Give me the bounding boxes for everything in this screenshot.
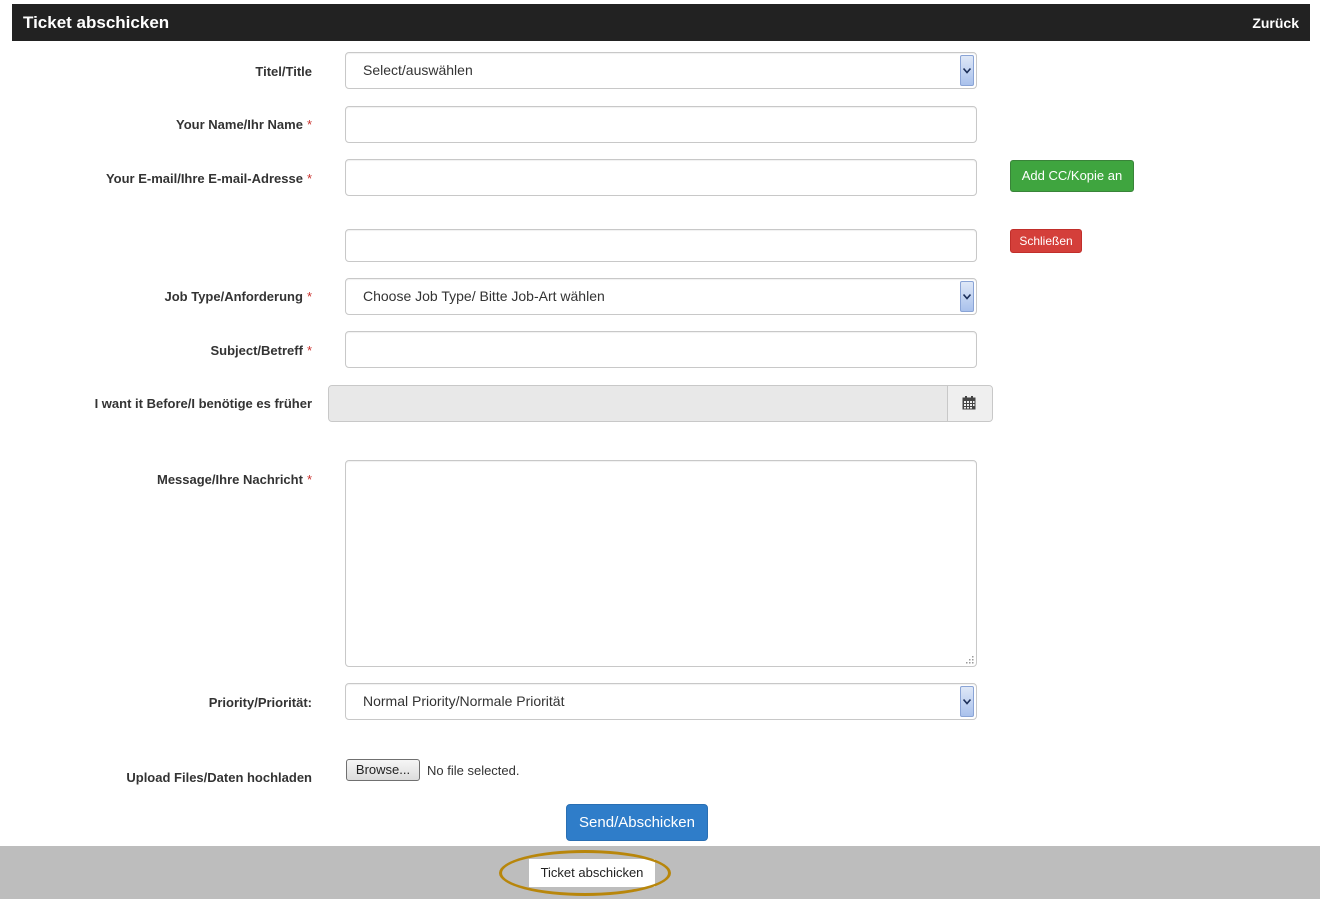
send-button[interactable]: Send/Abschicken [566,804,708,841]
date-picker-button[interactable] [947,386,992,421]
email-label-text: Your E-mail/Ihre E-mail-Adresse [105,171,303,186]
required-mark: * [306,343,312,358]
name-label: Your Name/Ihr Name * [176,117,312,132]
email-input[interactable] [345,159,977,196]
date-label: I want it Before/I benötige es früher [95,396,312,411]
job-type-select[interactable]: Choose Job Type/ Bitte Job-Art wählen [345,278,977,315]
name-input[interactable] [345,106,977,143]
priority-label-text: Priority/Priorität: [208,695,312,710]
priority-label: Priority/Priorität: [209,695,312,710]
browse-button[interactable]: Browse... [346,759,420,781]
cc-email-input[interactable] [345,229,977,262]
highlight-ring [499,850,671,896]
upload-label: Upload Files/Daten hochladen [126,770,312,785]
message-label: Message/Ihre Nachricht * [157,472,312,487]
upload-label-text: Upload Files/Daten hochladen [126,770,312,785]
name-label-text: Your Name/Ihr Name [176,117,303,132]
priority-select[interactable]: Normal Priority/Normale Priorität [345,683,977,720]
job-type-select-value: Choose Job Type/ Bitte Job-Art wählen [363,288,605,304]
date-label-text: I want it Before/I benötige es früher [94,396,312,411]
subject-label: Subject/Betreff * [210,343,312,358]
back-link[interactable]: Zurück [1252,15,1299,31]
page-title: Ticket abschicken [23,13,170,32]
message-textarea[interactable] [345,460,977,667]
job-type-label: Job Type/Anforderung * [165,289,313,304]
chevron-down-icon [960,686,974,717]
required-mark: * [306,117,312,132]
calendar-icon [962,396,976,410]
page-header: Ticket abschicken Zurück [12,4,1310,41]
add-cc-button[interactable]: Add CC/Kopie an [1010,160,1134,192]
footer-bar: Ticket abschicken [0,846,1320,899]
date-picker [328,385,993,422]
email-label: Your E-mail/Ihre E-mail-Adresse * [106,171,312,186]
title-select[interactable]: Select/auswählen [345,52,977,89]
required-mark: * [306,289,312,304]
file-status: No file selected. [427,763,520,778]
top-border [0,0,1320,3]
chevron-down-icon [960,55,974,86]
subject-label-text: Subject/Betreff [210,343,303,358]
title-label-text: Titel/Title [255,64,312,79]
resize-grip-icon[interactable] [964,654,974,664]
chevron-down-icon [960,281,974,312]
title-label: Titel/Title [255,64,312,79]
message-label-text: Message/Ihre Nachricht [156,472,303,487]
priority-select-value: Normal Priority/Normale Priorität [363,693,565,709]
date-input[interactable] [329,386,949,421]
close-cc-button[interactable]: Schließen [1010,229,1082,253]
title-select-value: Select/auswählen [363,62,473,78]
required-mark: * [306,472,312,487]
job-type-label-text: Job Type/Anforderung [164,289,303,304]
subject-input[interactable] [345,331,977,368]
required-mark: * [306,171,312,186]
